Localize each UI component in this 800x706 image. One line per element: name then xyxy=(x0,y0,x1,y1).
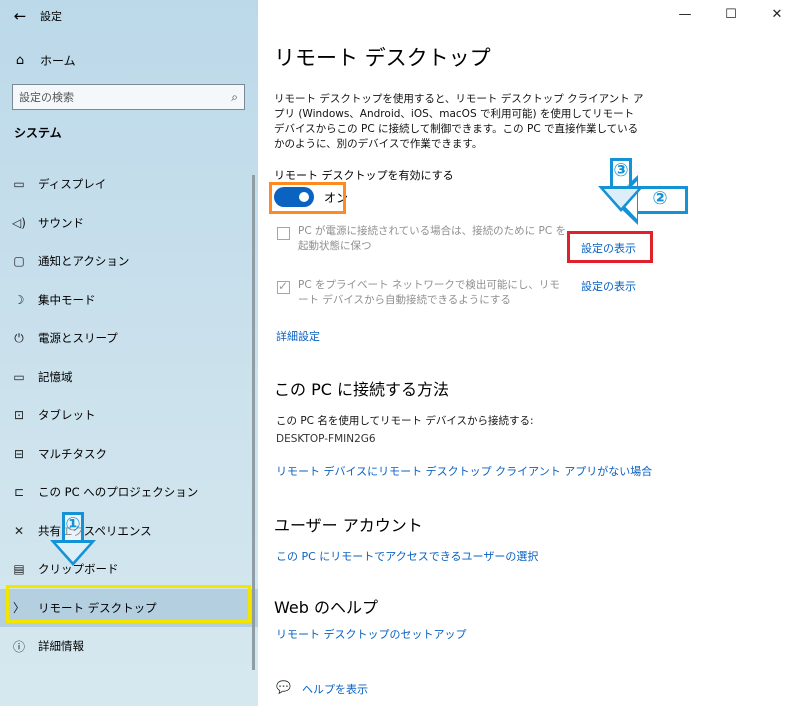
sidebar-item-shared-experiences[interactable]: ✕ 共有エクスペリエンス xyxy=(0,512,258,551)
show-settings-link-2[interactable]: 設定の表示 xyxy=(581,278,636,294)
app-title: 設定 xyxy=(40,10,62,23)
no-client-link[interactable]: リモート デバイスにリモート デスクトップ クライアント アプリがない場合 xyxy=(276,463,652,479)
sidebar: ← 設定 ⌂ ホーム ⌕ システム ▭ ディスプレイ ◁) サウンド ▢ 通知とアクシ… xyxy=(0,0,258,706)
web-help-heading: Web のヘルプ xyxy=(274,598,378,617)
sidebar-item-label: 通知とアクション xyxy=(38,254,130,269)
home-icon: ⌂ xyxy=(15,52,25,68)
toggle-label: リモート デスクトップを有効にする xyxy=(274,169,454,182)
highlight-box-remote-desktop xyxy=(6,585,251,623)
keep-awake-label: PC が電源に接続されている場合は、接続のために PC を起動状態に保つ xyxy=(298,225,567,252)
info-icon: ⓘ xyxy=(12,639,25,654)
pc-name: DESKTOP-FMIN2G6 xyxy=(276,433,376,445)
step-number-1: ① xyxy=(65,514,81,535)
display-icon: ▭ xyxy=(13,177,25,192)
clipboard-icon: ▤ xyxy=(13,562,25,577)
description: リモート デスクトップを使用すると、リモート デスクトップ クライアント アプリ… xyxy=(274,93,644,150)
discoverable-label: PC をプライベート ネットワークで検出可能にし、リモート デバイスから自動接続… xyxy=(298,279,560,306)
page-title: リモート デスクトップ xyxy=(274,46,491,70)
sidebar-item-storage[interactable]: ▭ 記憶域 xyxy=(0,358,258,397)
arrow-head-inner xyxy=(604,189,638,208)
help-icon: 💬 xyxy=(276,680,291,694)
search-input[interactable] xyxy=(19,90,232,104)
storage-icon: ▭ xyxy=(13,369,25,384)
sound-icon: ◁) xyxy=(12,215,26,230)
sidebar-item-focus[interactable]: ☽ 集中モード xyxy=(0,281,258,320)
keep-awake-checkbox[interactable] xyxy=(277,227,290,240)
sidebar-item-about[interactable]: ⓘ 詳細情報 xyxy=(0,627,258,666)
sidebar-item-label: ディスプレイ xyxy=(38,177,107,192)
discoverable-checkbox[interactable] xyxy=(277,279,290,294)
sidebar-item-display[interactable]: ▭ ディスプレイ xyxy=(0,165,258,204)
annotation-arrow-1: ① xyxy=(50,512,96,572)
close-button[interactable]: ✕ xyxy=(754,0,800,30)
setup-link[interactable]: リモート デスクトップのセットアップ xyxy=(276,626,467,642)
projection-icon: ⊏ xyxy=(13,485,25,500)
nav-home-label: ホーム xyxy=(40,53,76,68)
select-users-link[interactable]: この PC にリモートでアクセスできるユーザーの選択 xyxy=(276,548,538,564)
step-number-3: ③ xyxy=(613,160,629,181)
back-button[interactable]: ← xyxy=(0,0,40,32)
annotation-arrow-3: ③ xyxy=(598,158,644,228)
tablet-icon: ⊡ xyxy=(13,408,25,423)
advanced-settings-link[interactable]: 詳細設定 xyxy=(276,328,320,344)
sidebar-item-multitasking[interactable]: ⊟ マルチタスク xyxy=(0,435,258,474)
power-icon: ⏻ xyxy=(14,330,24,345)
sidebar-item-label: タブレット xyxy=(38,408,96,423)
sidebar-scrollbar[interactable] xyxy=(252,175,255,670)
highlight-box-toggle xyxy=(269,182,346,214)
sidebar-item-tablet[interactable]: ⊡ タブレット xyxy=(0,396,258,435)
search-icon[interactable]: ⌕ xyxy=(231,90,238,105)
search-box[interactable]: ⌕ xyxy=(12,84,245,110)
maximize-button[interactable]: ☐ xyxy=(708,0,754,30)
nav-home[interactable]: ⌂ ホーム xyxy=(0,46,258,74)
connect-heading: この PC に接続する方法 xyxy=(274,380,449,399)
connect-text: この PC 名を使用してリモート デバイスから接続する: xyxy=(276,415,534,427)
sidebar-item-label: マルチタスク xyxy=(38,446,107,461)
minimize-button[interactable]: — xyxy=(662,0,708,30)
sidebar-item-label: 電源とスリープ xyxy=(38,331,118,346)
sidebar-item-label: この PC へのプロジェクション xyxy=(38,485,199,500)
sidebar-item-label: サウンド xyxy=(38,215,84,230)
sidebar-item-power[interactable]: ⏻ 電源とスリープ xyxy=(0,319,258,358)
window-controls: — ☐ ✕ xyxy=(662,0,800,30)
sidebar-item-label: 記憶域 xyxy=(38,369,73,384)
shared-icon: ✕ xyxy=(13,523,25,538)
content-pane: — ☐ ✕ リモート デスクトップ リモート デスクトップを使用すると、リモート… xyxy=(258,0,800,706)
sidebar-item-clipboard[interactable]: ▤ クリップボード xyxy=(0,550,258,589)
notification-icon: ▢ xyxy=(13,254,25,269)
user-accounts-heading: ユーザー アカウント xyxy=(274,516,423,535)
step-number-2: ② xyxy=(652,188,668,209)
section-title: システム xyxy=(14,126,62,140)
sidebar-item-notifications[interactable]: ▢ 通知とアクション xyxy=(0,242,258,281)
sidebar-item-sound[interactable]: ◁) サウンド xyxy=(0,204,258,243)
title-bar: ← 設定 xyxy=(0,0,258,32)
get-help-link[interactable]: ヘルプを表示 xyxy=(302,681,368,697)
highlight-box-show-settings xyxy=(567,231,653,263)
sidebar-item-projection[interactable]: ⊏ この PC へのプロジェクション xyxy=(0,473,258,512)
sidebar-item-label: 集中モード xyxy=(38,292,96,307)
moon-icon: ☽ xyxy=(13,292,25,307)
arrow-head-inner xyxy=(56,543,90,562)
multitask-icon: ⊟ xyxy=(13,446,25,461)
sidebar-item-label: 詳細情報 xyxy=(38,639,84,654)
